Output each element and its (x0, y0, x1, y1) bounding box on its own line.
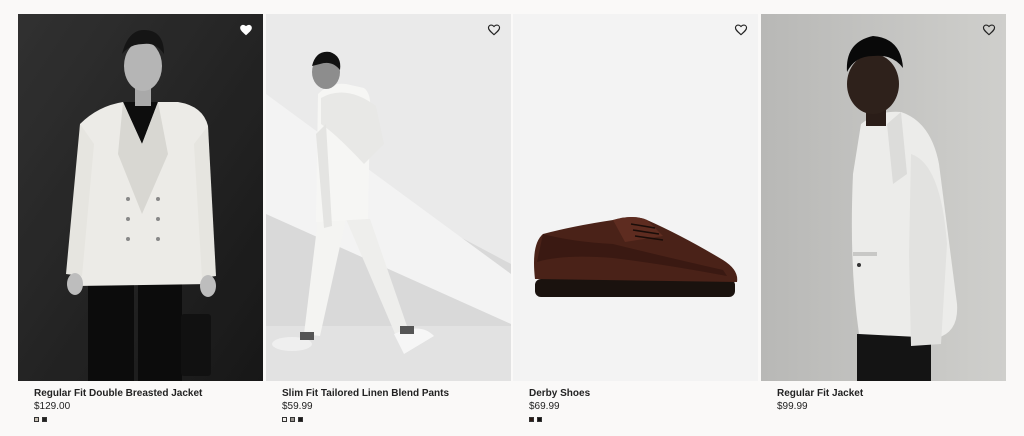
product-image[interactable] (266, 14, 511, 381)
color-swatch[interactable] (529, 417, 534, 422)
product-name[interactable]: Slim Fit Tailored Linen Blend Pants (266, 387, 511, 400)
heart-icon[interactable] (734, 23, 748, 37)
product-price: $129.00 (34, 401, 71, 412)
color-swatches (18, 417, 263, 422)
product-price: $59.99 (282, 401, 313, 412)
color-swatch[interactable] (282, 417, 287, 422)
product-name[interactable]: Regular Fit Double Breasted Jacket (18, 387, 263, 400)
product-grid: Regular Fit Double Breasted Jacket $129.… (0, 0, 1024, 436)
product-card[interactable]: Slim Fit Tailored Linen Blend Pants $59.… (266, 14, 511, 422)
color-swatch[interactable] (298, 417, 303, 422)
color-swatch[interactable] (290, 417, 295, 422)
product-card[interactable]: Regular Fit Jacket $99.99 (761, 14, 1006, 413)
color-swatches (266, 417, 511, 422)
product-name[interactable]: Regular Fit Jacket (761, 387, 1006, 400)
product-card[interactable]: Derby Shoes $69.99 (513, 14, 758, 422)
heart-icon[interactable] (239, 23, 253, 37)
product-image[interactable] (761, 14, 1006, 381)
product-name[interactable]: Derby Shoes (513, 387, 758, 400)
color-swatch[interactable] (42, 417, 47, 422)
product-image[interactable] (513, 14, 758, 381)
product-price: $69.99 (529, 401, 560, 412)
product-image[interactable] (18, 14, 263, 381)
color-swatch[interactable] (537, 417, 542, 422)
product-card[interactable]: Regular Fit Double Breasted Jacket $129.… (18, 14, 263, 422)
product-price: $99.99 (777, 401, 808, 412)
heart-icon[interactable] (982, 23, 996, 37)
heart-icon[interactable] (487, 23, 501, 37)
color-swatch[interactable] (34, 417, 39, 422)
color-swatches (513, 417, 758, 422)
